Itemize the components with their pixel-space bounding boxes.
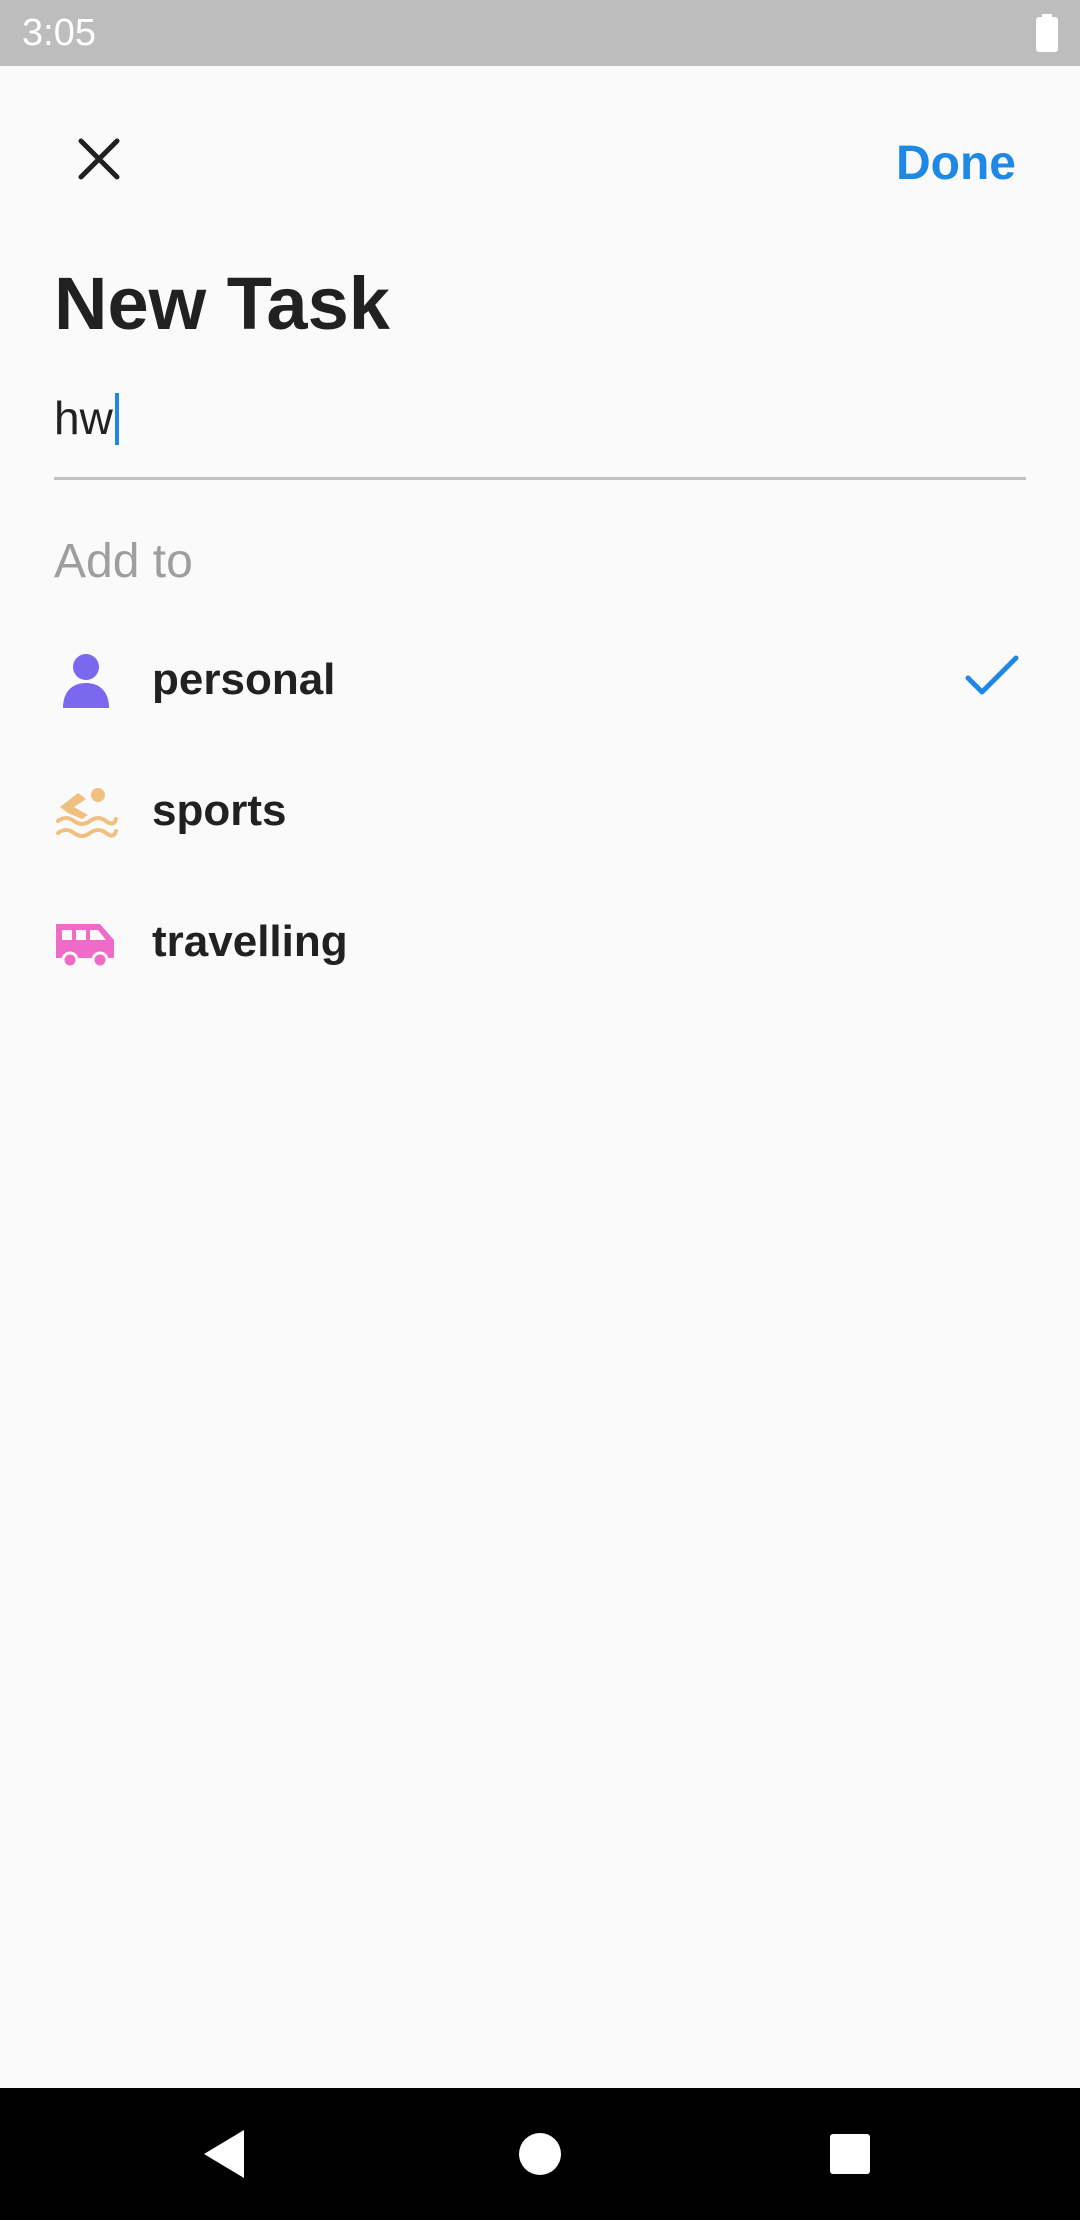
list-item-label: personal [152,655,336,704]
list-item-personal[interactable]: personal [0,620,1080,740]
list-item-sports[interactable]: sports [0,751,1080,871]
navigation-bar [0,2088,1080,2220]
list-item-label: travelling [152,917,348,966]
van-icon [56,924,114,969]
task-input-value[interactable]: hw [54,388,119,448]
task-input-text: hw [54,392,113,444]
battery-full-icon [1036,14,1058,52]
page-title: New Task [54,262,390,345]
person-icon [63,654,109,708]
list-item-travelling[interactable]: travelling [0,882,1080,1002]
list-item-label: sports [152,786,287,835]
home-icon[interactable] [510,2124,570,2184]
done-button[interactable]: Done [896,136,1016,192]
section-label: Add to [54,535,193,588]
check-icon [965,655,1019,695]
recents-icon[interactable] [820,2124,880,2184]
text-cursor [114,392,119,445]
close-icon[interactable] [66,126,132,192]
task-input[interactable]: hw [54,380,1026,480]
swimming-icon [56,788,118,838]
status-bar: 3:05 [0,0,1080,66]
back-icon[interactable] [196,2124,256,2184]
status-time: 3:05 [22,12,96,54]
